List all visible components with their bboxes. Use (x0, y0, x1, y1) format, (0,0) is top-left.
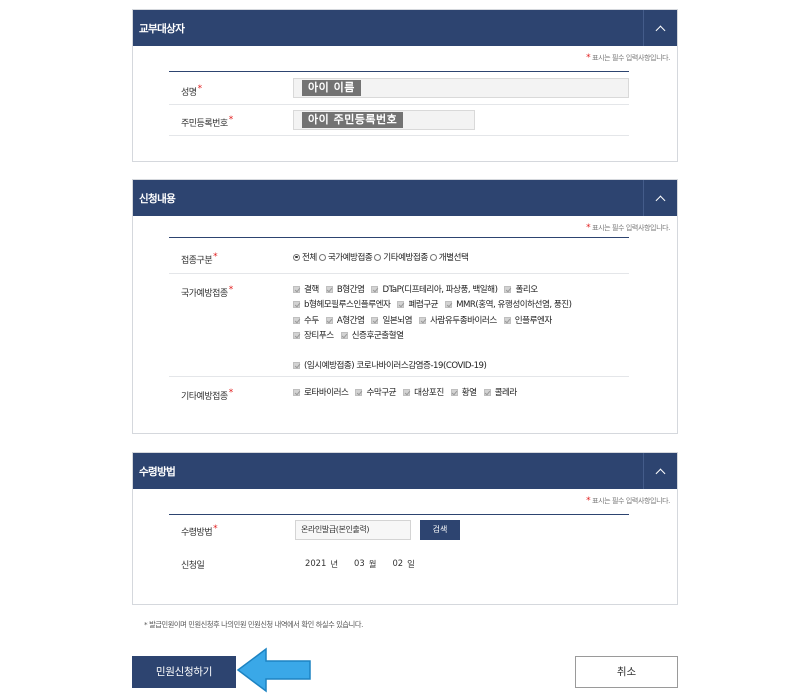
divider (169, 135, 629, 136)
checkbox-item[interactable]: 수막구균 (355, 386, 397, 398)
method-select[interactable]: 온라인발급(본인출력) (295, 520, 411, 540)
arrow-left-icon (236, 647, 311, 693)
checkbox-item[interactable]: MMR(홍역, 유행성이하선염, 풍진) (445, 298, 572, 310)
name-value: 아이 이름 (302, 80, 361, 96)
checkbox-item[interactable]: DTaP(디프테리아, 파상풍, 백일해) (371, 283, 498, 295)
other-label: 기타예방접종* (181, 388, 233, 402)
national-row-2: b형헤모필루스인플루엔자 폐렴구균 MMR(홍역, 유행성이하선염, 풍진) (293, 298, 578, 310)
checkbox-icon[interactable] (325, 285, 333, 293)
recipient-panel: 교부대상자 * 표시는 필수 입력사항입니다. 성명* 아이 이름 주민등록번호… (132, 9, 678, 162)
application-panel-header: 신청내용 (133, 180, 677, 216)
checkbox-item[interactable]: b형헤모필루스인플루엔자 (293, 298, 391, 310)
covid-row: (임시예방접종) 코로나바이러스감염증-19(COVID-19) (293, 359, 493, 371)
checkbox-item[interactable]: 결핵 (293, 283, 319, 295)
radio-icon[interactable] (374, 253, 382, 261)
search-button[interactable]: 검색 (420, 520, 460, 540)
rrn-input[interactable]: 아이 주민등록번호 (293, 110, 475, 130)
name-input[interactable]: 아이 이름 (293, 78, 629, 98)
required-note: * 표시는 필수 입력사항입니다. (586, 53, 670, 63)
collapse-toggle-button[interactable] (643, 10, 677, 46)
divider (169, 514, 629, 515)
checkbox-item[interactable]: 일본뇌염 (371, 314, 413, 326)
divider (169, 273, 629, 274)
required-note: * 표시는 필수 입력사항입니다. (586, 496, 670, 506)
national-row-1: 결핵 B형간염 DTaP(디프테리아, 파상풍, 백일해) 폴리오 (293, 283, 545, 295)
other-row: 로타바이러스 수막구균 대상포진 황열 콜레라 (293, 386, 524, 398)
divider (169, 376, 629, 377)
cancel-button[interactable]: 취소 (575, 656, 678, 688)
checkbox-item[interactable]: B형간염 (325, 283, 365, 295)
radio-icon[interactable] (318, 253, 326, 261)
radio-option-other[interactable]: 기타예방접종 (374, 251, 428, 263)
checkbox-icon[interactable] (340, 331, 348, 339)
collapse-toggle-button[interactable] (643, 453, 677, 489)
submit-application-button[interactable]: 민원신청하기 (132, 656, 236, 688)
divider (169, 104, 629, 105)
required-note: * 표시는 필수 입력사항입니다. (586, 223, 670, 233)
checkbox-item[interactable]: 폐렴구균 (397, 298, 439, 310)
checkbox-icon[interactable] (293, 300, 300, 308)
chevron-up-icon (655, 468, 666, 478)
name-label: 성명* (181, 84, 202, 98)
radio-option-national[interactable]: 국가예방접종 (318, 251, 373, 263)
checkbox-item[interactable]: 로타바이러스 (293, 386, 349, 398)
chevron-up-icon (655, 195, 666, 205)
checkbox-icon[interactable] (371, 316, 379, 324)
footnote: * 발급민원이며 민원신청후 나의민원 민원신청 내역에서 확인 하실수 있습니… (144, 620, 363, 629)
checkbox-icon[interactable] (371, 285, 379, 293)
checkbox-item[interactable]: 사람유두종바이러스 (419, 314, 497, 326)
checkbox-icon[interactable] (403, 388, 411, 396)
checkbox-item[interactable]: 대상포진 (403, 386, 444, 398)
checkbox-item-covid[interactable]: (임시예방접종) 코로나바이러스감염증-19(COVID-19) (293, 359, 487, 371)
checkbox-icon[interactable] (450, 388, 458, 396)
checkbox-icon[interactable] (503, 316, 511, 324)
divider (169, 71, 629, 72)
checkbox-item[interactable]: 폴리오 (504, 283, 538, 295)
checkbox-item[interactable]: 장티푸스 (293, 329, 334, 341)
radio-icon[interactable] (293, 253, 300, 261)
national-row-3: 수두 A형간염 일본뇌염 사람유두종바이러스 인플루엔자 (293, 314, 559, 326)
checkbox-icon[interactable] (419, 316, 427, 324)
checkbox-icon[interactable] (397, 300, 405, 308)
checkbox-item[interactable]: 황열 (450, 386, 477, 398)
type-label: 접종구분* (181, 252, 218, 266)
date-label: 신청일 (181, 561, 205, 571)
rrn-value: 아이 주민등록번호 (302, 112, 404, 128)
checkbox-icon[interactable] (293, 285, 300, 293)
divider (169, 237, 629, 238)
application-panel: 신청내용 * 표시는 필수 입력사항입니다. 접종구분* 전체 국가예방접종 기… (132, 179, 678, 434)
collapse-toggle-button[interactable] (643, 180, 677, 216)
method-label: 수령방법* (181, 524, 218, 538)
panel-title: 수령방법 (139, 466, 176, 478)
national-label: 국가예방접종* (181, 285, 233, 299)
checkbox-item[interactable]: 신증후군출혈열 (340, 329, 404, 341)
chevron-up-icon (655, 25, 666, 35)
checkbox-icon[interactable] (293, 316, 300, 324)
checkbox-item[interactable]: A형간염 (325, 314, 365, 326)
recipient-panel-header: 교부대상자 (133, 10, 677, 46)
radio-option-all[interactable]: 전체 (293, 251, 317, 263)
rrn-label: 주민등록번호* (181, 115, 233, 129)
panel-title: 교부대상자 (139, 23, 185, 35)
checkbox-item[interactable]: 콜레라 (483, 386, 517, 398)
checkbox-icon[interactable] (325, 316, 333, 324)
receipt-panel: 수령방법 * 표시는 필수 입력사항입니다. 수령방법* 온라인발급(본인출력)… (132, 452, 678, 605)
checkbox-icon[interactable] (355, 388, 363, 396)
national-row-4: 장티푸스 신증후군출혈열 (293, 329, 411, 341)
checkbox-icon[interactable] (293, 388, 300, 396)
application-date: 2021 년 03 월 02 일 (305, 558, 415, 569)
checkbox-icon[interactable] (483, 388, 491, 396)
radio-icon[interactable] (429, 253, 437, 261)
checkbox-item[interactable]: 인플루엔자 (503, 314, 552, 326)
checkbox-icon[interactable] (445, 300, 453, 308)
checkbox-item[interactable]: 수두 (293, 314, 319, 326)
checkbox-icon[interactable] (293, 361, 300, 369)
receipt-panel-header: 수령방법 (133, 453, 677, 489)
checkbox-icon[interactable] (293, 331, 300, 339)
panel-title: 신청내용 (139, 193, 176, 205)
checkbox-icon[interactable] (504, 285, 512, 293)
type-radio-group: 전체 국가예방접종 기타예방접종 개별선택 (293, 251, 470, 263)
radio-option-individual[interactable]: 개별선택 (429, 251, 469, 263)
